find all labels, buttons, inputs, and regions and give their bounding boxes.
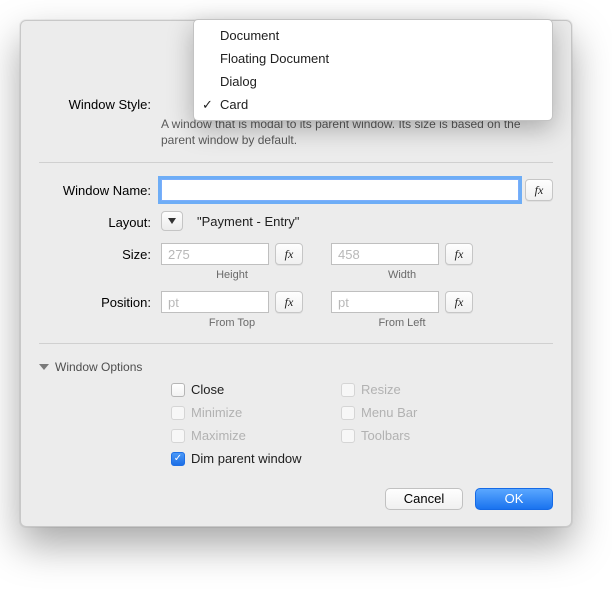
checkbox-maximize: Maximize bbox=[171, 428, 341, 443]
layout-select[interactable] bbox=[161, 211, 183, 231]
position-label: Position: bbox=[39, 291, 161, 310]
checkbox-toolbars: Toolbars bbox=[341, 428, 511, 443]
checkbox-label: Dim parent window bbox=[191, 451, 302, 466]
ok-button[interactable]: OK bbox=[475, 488, 553, 510]
fx-button-left[interactable]: fx bbox=[445, 291, 473, 313]
from-top-sublabel: From Top bbox=[161, 317, 303, 329]
layout-value: "Payment - Entry" bbox=[197, 214, 299, 229]
popup-item-label: Floating Document bbox=[220, 51, 329, 66]
width-sublabel: Width bbox=[331, 269, 473, 281]
window-name-label: Window Name: bbox=[39, 179, 161, 198]
dialog-window: Document Floating Document Dialog ✓ Card… bbox=[20, 20, 572, 527]
fx-button-height[interactable]: fx bbox=[275, 243, 303, 265]
height-input[interactable] bbox=[161, 243, 269, 265]
checkbox-icon bbox=[171, 429, 185, 443]
window-style-label: Window Style: bbox=[39, 93, 161, 112]
from-top-input[interactable] bbox=[161, 291, 269, 313]
checkbox-menubar: Menu Bar bbox=[341, 405, 511, 420]
window-options-header[interactable]: Window Options bbox=[39, 360, 553, 374]
checkbox-icon bbox=[171, 383, 185, 397]
fx-button-name[interactable]: fx bbox=[525, 179, 553, 201]
layout-label: Layout: bbox=[39, 211, 161, 230]
checkbox-label: Menu Bar bbox=[361, 405, 417, 420]
divider bbox=[39, 162, 553, 163]
popup-item-floating-document[interactable]: Floating Document bbox=[194, 47, 552, 70]
checkbox-icon bbox=[341, 429, 355, 443]
from-left-input[interactable] bbox=[331, 291, 439, 313]
window-name-input[interactable] bbox=[161, 179, 519, 201]
checkbox-icon bbox=[171, 406, 185, 420]
width-input[interactable] bbox=[331, 243, 439, 265]
height-sublabel: Height bbox=[161, 269, 303, 281]
checkmark-icon: ✓ bbox=[202, 95, 213, 114]
fx-button-width[interactable]: fx bbox=[445, 243, 473, 265]
checkbox-label: Close bbox=[191, 382, 224, 397]
popup-item-card[interactable]: ✓ Card bbox=[194, 93, 552, 116]
checkbox-icon: ✓ bbox=[171, 452, 185, 466]
window-options-label: Window Options bbox=[55, 360, 142, 374]
from-left-sublabel: From Left bbox=[331, 317, 473, 329]
checkmark-icon: ✓ bbox=[174, 453, 182, 464]
chevron-down-icon bbox=[168, 218, 176, 224]
checkbox-label: Toolbars bbox=[361, 428, 410, 443]
checkbox-icon bbox=[341, 406, 355, 420]
window-style-popup[interactable]: Document Floating Document Dialog ✓ Card bbox=[193, 19, 553, 121]
popup-item-label: Dialog bbox=[220, 74, 257, 89]
checkbox-dim-parent[interactable]: ✓ Dim parent window bbox=[171, 451, 511, 466]
checkbox-close[interactable]: Close bbox=[171, 382, 341, 397]
dialog-button-row: Cancel OK bbox=[39, 488, 553, 510]
window-options-grid: Close Resize Minimize Menu Bar Maximize … bbox=[171, 382, 553, 466]
divider bbox=[39, 343, 553, 344]
fx-button-top[interactable]: fx bbox=[275, 291, 303, 313]
popup-item-dialog[interactable]: Dialog bbox=[194, 70, 552, 93]
size-label: Size: bbox=[39, 243, 161, 262]
checkbox-minimize: Minimize bbox=[171, 405, 341, 420]
checkbox-label: Minimize bbox=[191, 405, 242, 420]
popup-item-document[interactable]: Document bbox=[194, 24, 552, 47]
popup-item-label: Card bbox=[220, 97, 248, 112]
checkbox-label: Resize bbox=[361, 382, 401, 397]
cancel-button[interactable]: Cancel bbox=[385, 488, 463, 510]
popup-item-label: Document bbox=[220, 28, 279, 43]
checkbox-icon bbox=[341, 383, 355, 397]
disclosure-triangle-icon bbox=[39, 364, 49, 370]
checkbox-resize: Resize bbox=[341, 382, 511, 397]
checkbox-label: Maximize bbox=[191, 428, 246, 443]
